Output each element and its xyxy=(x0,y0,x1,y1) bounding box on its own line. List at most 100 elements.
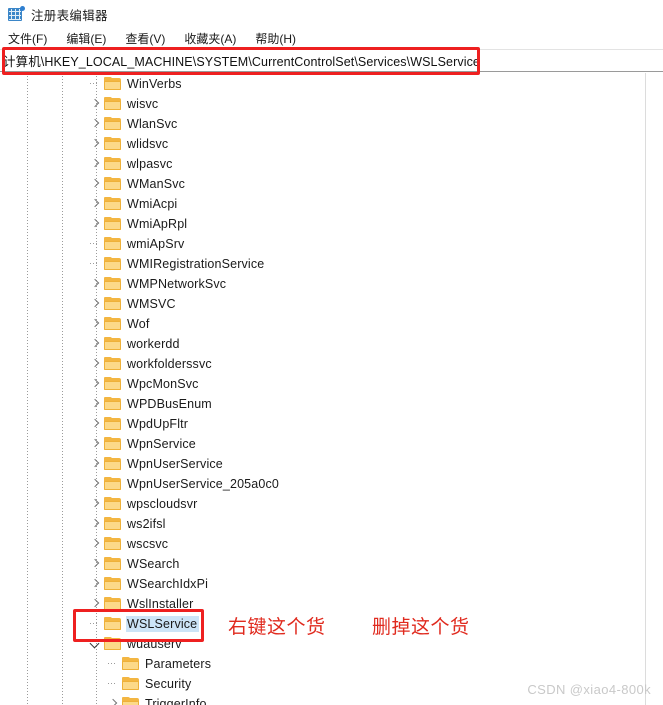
chevron-right-icon[interactable] xyxy=(88,554,104,574)
chevron-down-icon[interactable] xyxy=(88,634,104,654)
tree-node[interactable]: wisvc xyxy=(0,94,645,114)
tree-node[interactable]: WpcMonSvc xyxy=(0,374,645,394)
chevron-right-icon[interactable] xyxy=(88,434,104,454)
tree-node[interactable]: WpdUpFltr xyxy=(0,414,645,434)
tree-node-label: wscsvc xyxy=(127,537,169,551)
tree-node[interactable]: wlidsvc xyxy=(0,134,645,154)
tree-node-label: WslInstaller xyxy=(127,597,194,611)
chevron-right-icon[interactable] xyxy=(88,114,104,134)
tree-node-label: WpnUserService_205a0c0 xyxy=(127,477,279,491)
folder-icon xyxy=(104,217,121,231)
tree-node-label: WlanSvc xyxy=(127,117,178,131)
chevron-right-icon[interactable] xyxy=(88,494,104,514)
tree-node[interactable]: workfolderssvc xyxy=(0,354,645,374)
tree-node-label: Parameters xyxy=(145,657,212,671)
tree-node-label: WpcMonSvc xyxy=(127,377,199,391)
menu-item-file[interactable]: 文件(F) xyxy=(8,30,47,47)
folder-icon xyxy=(104,597,121,611)
chevron-right-icon[interactable] xyxy=(88,334,104,354)
tree-node-label: WMIRegistrationService xyxy=(127,257,265,271)
chevron-right-icon[interactable] xyxy=(88,594,104,614)
tree-node-label: Wof xyxy=(127,317,150,331)
tree-node-label: TriggerInfo xyxy=(145,697,207,705)
menu-item-favorites[interactable]: 收藏夹(A) xyxy=(184,30,236,47)
tree-node[interactable]: WMIRegistrationService xyxy=(0,254,645,274)
tree-node-label: WmiAcpi xyxy=(127,197,178,211)
menu-item-view[interactable]: 查看(V) xyxy=(125,30,165,47)
folder-icon xyxy=(104,397,121,411)
tree-connector-icon xyxy=(88,74,104,94)
folder-icon xyxy=(104,297,121,311)
address-path-text[interactable]: 计算机\HKEY_LOCAL_MACHINE\SYSTEM\CurrentCon… xyxy=(0,51,480,70)
chevron-right-icon[interactable] xyxy=(88,454,104,474)
tree-node[interactable]: Parameters xyxy=(0,654,645,674)
chevron-right-icon[interactable] xyxy=(88,134,104,154)
chevron-right-icon[interactable] xyxy=(88,474,104,494)
folder-icon xyxy=(104,117,121,131)
chevron-right-icon[interactable] xyxy=(88,354,104,374)
tree-node[interactable]: WslInstaller xyxy=(0,594,645,614)
window-title: 注册表编辑器 xyxy=(31,8,108,23)
chevron-right-icon[interactable] xyxy=(88,574,104,594)
folder-icon xyxy=(122,697,139,705)
chevron-right-icon[interactable] xyxy=(88,514,104,534)
chevron-right-icon[interactable] xyxy=(88,194,104,214)
folder-icon xyxy=(104,317,121,331)
tree-node-label: WpnService xyxy=(127,437,196,451)
chevron-right-icon[interactable] xyxy=(106,694,122,705)
tree-node[interactable]: WpnUserService xyxy=(0,454,645,474)
folder-icon xyxy=(104,177,121,191)
tree-node[interactable]: workerdd xyxy=(0,334,645,354)
chevron-right-icon[interactable] xyxy=(88,374,104,394)
folder-icon xyxy=(104,437,121,451)
tree-node-label: WpnUserService xyxy=(127,457,223,471)
tree-node[interactable]: WSearch xyxy=(0,554,645,574)
folder-icon xyxy=(104,457,121,471)
chevron-right-icon[interactable] xyxy=(88,294,104,314)
tree-node[interactable]: WMSVC xyxy=(0,294,645,314)
tree-node[interactable]: wscsvc xyxy=(0,534,645,554)
registry-tree-pane[interactable]: WinVerbs wisvc WlanSvc wlidsvc wlpasvc WManSv… xyxy=(0,73,645,705)
tree-node[interactable]: WPDBusEnum xyxy=(0,394,645,414)
address-bar[interactable]: 计算机\HKEY_LOCAL_MACHINE\SYSTEM\CurrentCon… xyxy=(0,49,663,72)
folder-icon xyxy=(104,377,121,391)
chevron-right-icon[interactable] xyxy=(88,94,104,114)
tree-node[interactable]: WpnService xyxy=(0,434,645,454)
chevron-right-icon[interactable] xyxy=(88,314,104,334)
tree-node-label: wlidsvc xyxy=(127,137,169,151)
tree-node[interactable]: WinVerbs xyxy=(0,74,645,94)
chevron-right-icon[interactable] xyxy=(88,274,104,294)
tree-node[interactable]: wpscloudsvr xyxy=(0,494,645,514)
tree-node[interactable]: WmiAcpi xyxy=(0,194,645,214)
tree-node[interactable]: wlpasvc xyxy=(0,154,645,174)
chevron-right-icon[interactable] xyxy=(88,174,104,194)
tree-node[interactable]: ws2ifsl xyxy=(0,514,645,534)
watermark: CSDN @xiao4-800k xyxy=(527,682,651,697)
annotation-right-click: 右键这个货 xyxy=(228,616,326,638)
tree-node[interactable]: Wof xyxy=(0,314,645,334)
tree-node[interactable]: WMPNetworkSvc xyxy=(0,274,645,294)
tree-connector-icon xyxy=(88,614,104,634)
tree-node[interactable]: WManSvc xyxy=(0,174,645,194)
folder-icon xyxy=(104,77,121,91)
tree-node-label: WPDBusEnum xyxy=(127,397,212,411)
chevron-right-icon[interactable] xyxy=(88,214,104,234)
tree-node[interactable]: WSearchIdxPi xyxy=(0,574,645,594)
chevron-right-icon[interactable] xyxy=(88,154,104,174)
tree-node[interactable]: WlanSvc xyxy=(0,114,645,134)
tree-node[interactable]: wmiApSrv xyxy=(0,234,645,254)
tree-node[interactable]: WpnUserService_205a0c0 xyxy=(0,474,645,494)
tree-node-label: wlpasvc xyxy=(127,157,173,171)
chevron-right-icon[interactable] xyxy=(88,414,104,434)
folder-icon xyxy=(104,537,121,551)
folder-icon xyxy=(104,617,121,631)
chevron-right-icon[interactable] xyxy=(88,534,104,554)
menu-item-edit[interactable]: 编辑(E) xyxy=(66,30,106,47)
menu-item-help[interactable]: 帮助(H) xyxy=(255,30,296,47)
chevron-right-icon[interactable] xyxy=(88,394,104,414)
tree-connector-icon xyxy=(88,254,104,274)
folder-icon xyxy=(104,497,121,511)
tree-node[interactable]: WmiApRpl xyxy=(0,214,645,234)
folder-icon xyxy=(104,257,121,271)
tree-node-label: WManSvc xyxy=(127,177,186,191)
